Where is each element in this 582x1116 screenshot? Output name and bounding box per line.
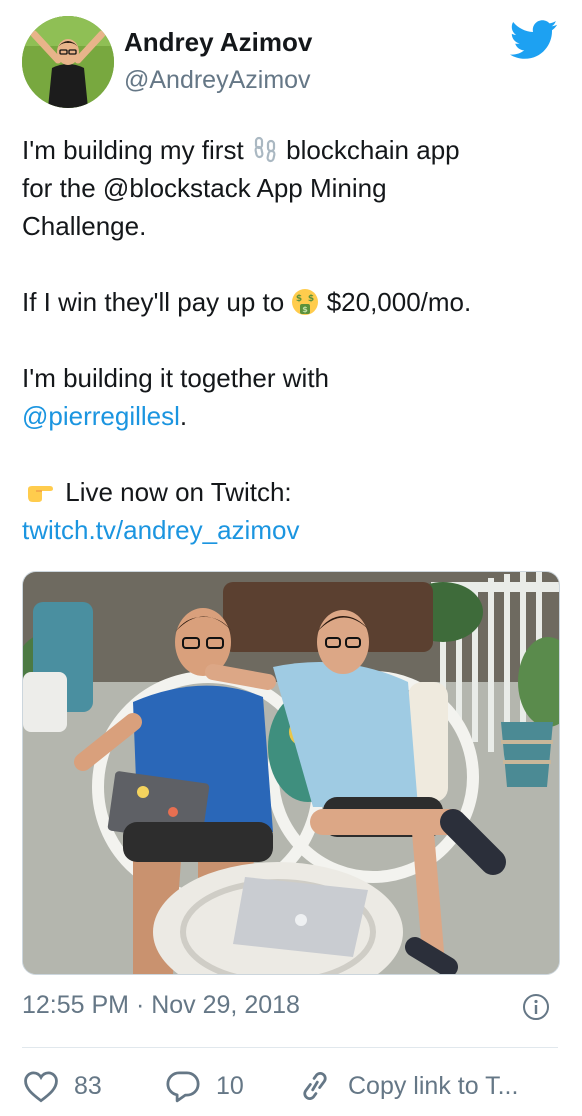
avatar-photo	[22, 16, 114, 108]
tweet-photo[interactable]	[22, 571, 560, 975]
money-mouth-face-icon: $ $ $	[292, 289, 319, 315]
tweet-text-line-7: Live now on Twitch:	[22, 473, 562, 511]
info-icon[interactable]	[522, 993, 550, 1021]
reply-button[interactable]: 10	[164, 1066, 244, 1106]
svg-text:$: $	[303, 305, 309, 314]
tweet-text-segment: .	[179, 401, 188, 431]
tweet-text-segment: I'm building my first	[22, 135, 244, 165]
author-avatar[interactable]	[22, 16, 114, 108]
twitter-bird-icon[interactable]	[509, 20, 558, 60]
photo-image	[23, 572, 559, 974]
tweet-text-line-8: twitch.tv/andrey_azimov	[22, 511, 562, 549]
svg-text:$: $	[296, 294, 302, 304]
divider	[22, 1047, 558, 1048]
tweet-text-line-1: I'm building my first blockchain app	[22, 131, 562, 169]
author-name[interactable]: Andrey Azimov	[124, 27, 312, 58]
heart-icon	[24, 1071, 58, 1103]
svg-text:$: $	[308, 294, 314, 304]
tweet-text-line-3: Challenge.	[22, 211, 147, 241]
link-icon	[303, 1072, 327, 1100]
like-button[interactable]: 83	[22, 1066, 102, 1106]
tweet-text-line-6: @pierregillesl.	[22, 397, 562, 435]
copy-link-button[interactable]: Copy link to T...	[296, 1066, 518, 1106]
tweet-text-segment: Live now on Twitch:	[65, 477, 292, 507]
chain-icon	[254, 136, 276, 163]
tweet-text-segment: blockchain app	[286, 135, 460, 165]
reply-count: 10	[216, 1071, 244, 1100]
tweet-text-segment: $20,000/mo.	[326, 287, 472, 317]
tweet-card: Andrey Azimov @AndreyAzimov I'm building…	[0, 0, 582, 1116]
pointing-right-icon	[28, 486, 53, 502]
tweet-text-line-2: for the @blockstack App Mining	[22, 173, 387, 203]
tweet-timestamp[interactable]: 12:55 PM · Nov 29, 2018	[22, 991, 300, 1020]
copy-link-label: Copy link to T...	[348, 1071, 519, 1100]
twitch-link[interactable]: twitch.tv/andrey_azimov	[22, 515, 299, 545]
mention-link[interactable]: @pierregillesl	[22, 401, 180, 431]
tweet-text-line-4: If I win they'll pay up to $ $ $ $20,000…	[22, 283, 562, 321]
tweet-text-segment: If I win they'll pay up to	[22, 287, 285, 317]
tweet-text-line-5: I'm building it together with	[22, 363, 330, 393]
like-count: 83	[74, 1071, 102, 1100]
reply-bubble-icon	[166, 1071, 200, 1103]
author-handle[interactable]: @AndreyAzimov	[124, 66, 311, 95]
